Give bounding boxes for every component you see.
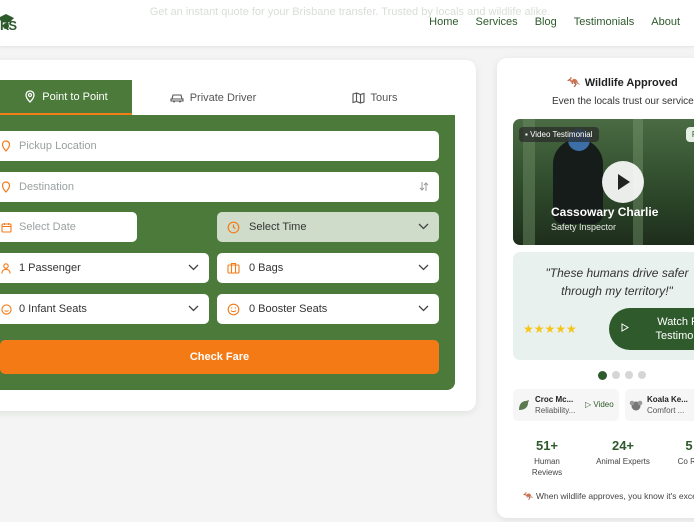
destination-input[interactable]: Destination: [0, 172, 439, 202]
watch-testimonial-button[interactable]: Watch Full Testimonial: [609, 308, 694, 350]
mini-video-link[interactable]: ▷ Video: [585, 400, 614, 409]
time-value: Select Time: [249, 221, 307, 233]
chevron-down-icon: [418, 262, 429, 274]
review-subtitle: Even the locals trust our service!: [552, 96, 694, 107]
bags-value: 0 Bags: [249, 262, 284, 274]
video-badge: ▪ Video Testimonial: [519, 127, 599, 142]
clock-icon: [225, 221, 241, 234]
swap-icon[interactable]: [419, 181, 429, 195]
stat-label: Co Ra: [677, 457, 694, 466]
time-select[interactable]: Select Time: [217, 212, 439, 242]
mini-reviewer-role: Reliability...: [535, 406, 576, 415]
tab-label: Private Driver: [189, 91, 257, 104]
stat-human-reviews: 51+ Human Reviews: [521, 438, 573, 478]
carousel-dot[interactable]: [612, 371, 620, 379]
person-icon: [0, 262, 14, 274]
passengers-select[interactable]: 1 Passenger: [0, 253, 209, 283]
koala-icon: [629, 398, 643, 414]
date-input[interactable]: Select Date: [0, 212, 137, 242]
category-badge: Road: [685, 127, 694, 142]
smile-icon: [225, 303, 241, 316]
stat-number: 51+: [535, 438, 559, 453]
mini-reviewer-role: Comfort ...: [647, 406, 685, 415]
carousel-dots: [598, 371, 646, 380]
tab-point-to-point[interactable]: Point to Point: [0, 80, 132, 115]
nav-home[interactable]: Home: [429, 16, 458, 28]
passengers-value: 1 Passenger: [19, 262, 81, 274]
mini-review-card[interactable]: Koala Ke... Comfort ...: [625, 389, 694, 421]
infant-seats-select[interactable]: 0 Infant Seats: [0, 294, 209, 324]
map-pin-icon: [0, 140, 14, 152]
chevron-down-icon: [418, 221, 429, 233]
play-button[interactable]: [602, 161, 644, 203]
nav-services[interactable]: Services: [476, 16, 518, 28]
carousel-dot[interactable]: [625, 371, 633, 379]
stat-label: Animal Experts: [596, 457, 650, 466]
kangaroo-icon: 🦘: [523, 491, 534, 501]
nav-blog[interactable]: Blog: [535, 16, 557, 28]
logo-text[interactable]: RS: [0, 18, 17, 33]
video-camera-icon: ▪: [525, 130, 528, 139]
map-pin-icon: [24, 90, 36, 103]
stat-number: 5: [685, 438, 693, 453]
site-header: RS Get an instant quote for your Brisban…: [0, 0, 694, 46]
review-footer-note: 🦘 When wildlife approves, you know it's …: [523, 491, 694, 502]
baby-icon: [0, 303, 14, 315]
video-testimonial[interactable]: ▪ Video Testimonial Road Cassowary Charl…: [513, 119, 694, 245]
map-icon: [351, 91, 365, 104]
mini-reviewer-name: Croc Mc...: [535, 395, 574, 404]
pickup-input[interactable]: Pickup Location: [0, 131, 439, 161]
tab-tours[interactable]: Tours: [294, 80, 455, 115]
reviewer-name: Cassowary Charlie: [551, 205, 659, 219]
nav-testimonials[interactable]: Testimonials: [574, 16, 635, 28]
review-title-text: Wildlife Approved: [584, 77, 678, 89]
luggage-icon: [225, 262, 241, 274]
carousel-dot[interactable]: [638, 371, 646, 379]
video-badge-label: Video Testimonial: [530, 130, 593, 139]
car-icon: [170, 92, 184, 103]
chevron-down-icon: [418, 303, 429, 315]
chevron-down-icon: [188, 262, 199, 274]
kangaroo-icon: 🦘: [567, 77, 581, 89]
watch-testimonial-label: Watch Full Testimonial: [655, 316, 694, 342]
mini-video-label: Video: [593, 400, 614, 409]
mini-review-card[interactable]: Croc Mc... Reliability... ▷ Video: [513, 389, 619, 421]
nav-about[interactable]: About: [651, 16, 680, 28]
date-placeholder: Select Date: [19, 221, 76, 233]
carousel-dot[interactable]: [598, 371, 607, 380]
chevron-down-icon: [188, 303, 199, 315]
stat-animal-experts: 24+ Animal Experts: [592, 438, 654, 467]
pickup-placeholder: Pickup Location: [19, 140, 97, 152]
main-nav: Home Services Blog Testimonials About: [412, 16, 680, 28]
review-title: 🦘 Wildlife Approved: [567, 76, 678, 89]
booster-seats-select[interactable]: 0 Booster Seats: [217, 294, 439, 324]
tab-label: Point to Point: [42, 90, 108, 103]
testimonial-quote: "These humans drive safer through my ter…: [545, 266, 689, 298]
stat-label: Human Reviews: [531, 457, 563, 477]
infant-seats-value: 0 Infant Seats: [19, 303, 87, 315]
reviewer-role: Safety Inspector: [551, 222, 617, 232]
tab-label: Tours: [370, 91, 398, 104]
tab-private-driver[interactable]: Private Driver: [132, 80, 294, 115]
play-icon: [618, 174, 630, 190]
stat-number: 24+: [611, 438, 635, 453]
map-pin-icon: [0, 181, 14, 193]
bags-select[interactable]: 0 Bags: [217, 253, 439, 283]
check-fare-button[interactable]: Check Fare: [0, 340, 439, 374]
booking-tabs: Point to Point Private Driver Tours: [0, 80, 455, 115]
mini-reviewer-name: Koala Ke...: [647, 395, 688, 404]
destination-placeholder: Destination: [19, 181, 75, 193]
quote-box: "These humans drive safer through my ter…: [513, 252, 694, 360]
stat-rating: 5 Co Ra: [677, 438, 694, 467]
play-icon: [621, 323, 629, 335]
wildlife-review-card: 🦘 Wildlife Approved Even the locals trust…: [497, 58, 694, 518]
footer-note-text: When wildlife approves, you know it's ex…: [535, 491, 694, 501]
calendar-icon: [0, 222, 14, 233]
booster-seats-value: 0 Booster Seats: [249, 303, 328, 315]
crocodile-icon: [517, 398, 531, 414]
star-rating: ★★★★★: [523, 322, 577, 336]
